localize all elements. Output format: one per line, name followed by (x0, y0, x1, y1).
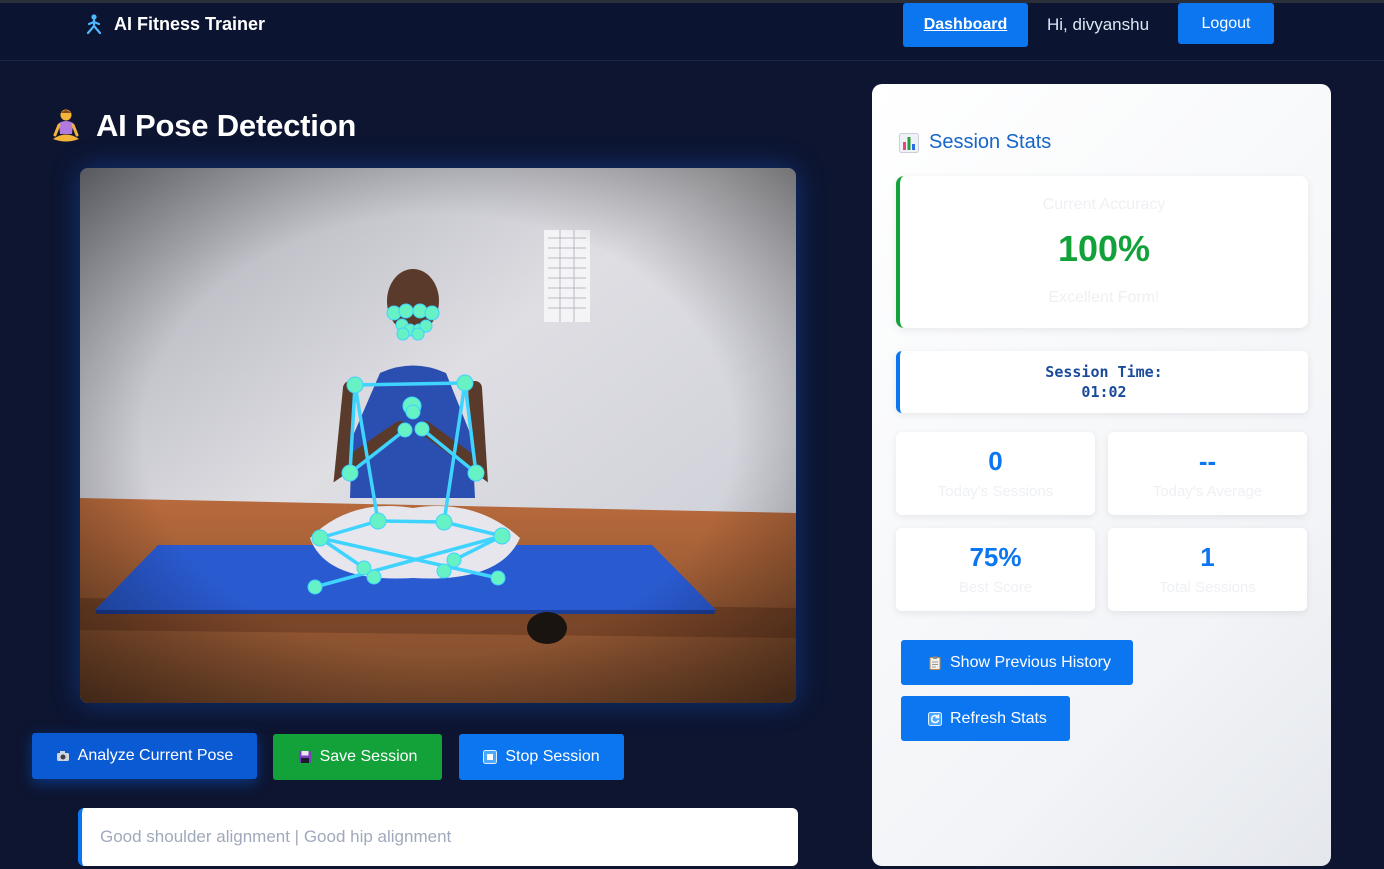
session-time-card: Session Time: 01:02 (896, 351, 1308, 413)
meditation-emoji-icon (53, 109, 79, 142)
camera-icon (56, 751, 69, 761)
stat-value: 0 (988, 446, 1003, 476)
show-history-button[interactable]: Show Previous History (901, 640, 1133, 685)
stat-card-today-average: -- Today's Average (1108, 432, 1307, 515)
top-navbar: AI Fitness Trainer Dashboard Hi, divyans… (0, 3, 1384, 61)
stat-label: Today's Average (1152, 483, 1263, 500)
save-session-button[interactable]: Save Session (273, 734, 442, 780)
session-stats-title: Session Stats (899, 131, 1051, 154)
webcam-feed (80, 168, 796, 703)
brand-name: AI Fitness Trainer (114, 13, 266, 34)
page-title-text: AI Pose Detection (96, 108, 357, 143)
stat-card-total-sessions: 1 Total Sessions (1108, 528, 1307, 611)
stop-session-label: Stop Session (505, 748, 600, 765)
session-time-value: 01:02 (1081, 383, 1127, 401)
stat-label: Total Sessions (1159, 579, 1256, 596)
analyze-pose-button[interactable]: Analyze Current Pose (32, 733, 257, 779)
refresh-stats-label: Refresh Stats (950, 709, 1047, 727)
stat-label: Best Score (958, 579, 1033, 596)
stop-session-button[interactable]: Stop Session (459, 734, 624, 780)
stop-square-icon (483, 750, 498, 764)
session-stats-panel: Session Stats Current Accuracy 100% Exce… (872, 84, 1331, 866)
stat-value: 1 (1200, 542, 1215, 572)
refresh-stats-button[interactable]: Refresh Stats (901, 696, 1070, 741)
stat-value: 75% (969, 542, 1022, 572)
stat-card-best-score: 75% Best Score (896, 528, 1095, 611)
accuracy-subtext: Excellent Form! (1048, 289, 1160, 306)
dashboard-link[interactable]: Dashboard (903, 3, 1028, 47)
pose-skeleton-overlay (80, 168, 796, 703)
analyze-pose-label: Analyze Current Pose (77, 747, 234, 764)
clipboard-icon (929, 656, 941, 670)
session-stats-title-text: Session Stats (929, 131, 1052, 153)
show-history-label: Show Previous History (950, 653, 1111, 671)
user-greeting: Hi, divyanshu (1047, 15, 1150, 34)
brand[interactable]: AI Fitness Trainer (84, 13, 265, 35)
pose-feedback-box: Good shoulder alignment | Good hip align… (78, 808, 798, 866)
session-time-label: Session Time: (1045, 363, 1163, 381)
logout-button[interactable]: Logout (1178, 3, 1274, 44)
stat-value: -- (1198, 446, 1217, 476)
accuracy-label: Current Accuracy (1042, 196, 1166, 213)
person-figure-icon (86, 14, 102, 35)
page-title: AI Pose Detection (50, 108, 356, 144)
bar-chart-icon (899, 132, 919, 153)
stat-label: Today's Sessions (937, 483, 1054, 500)
accuracy-value: 100% (1057, 228, 1151, 269)
refresh-icon (928, 711, 942, 726)
stat-card-today-sessions: 0 Today's Sessions (896, 432, 1095, 515)
floppy-disk-icon (298, 751, 311, 763)
accuracy-card: Current Accuracy 100% Excellent Form! (896, 176, 1308, 328)
save-session-label: Save Session (319, 748, 418, 765)
